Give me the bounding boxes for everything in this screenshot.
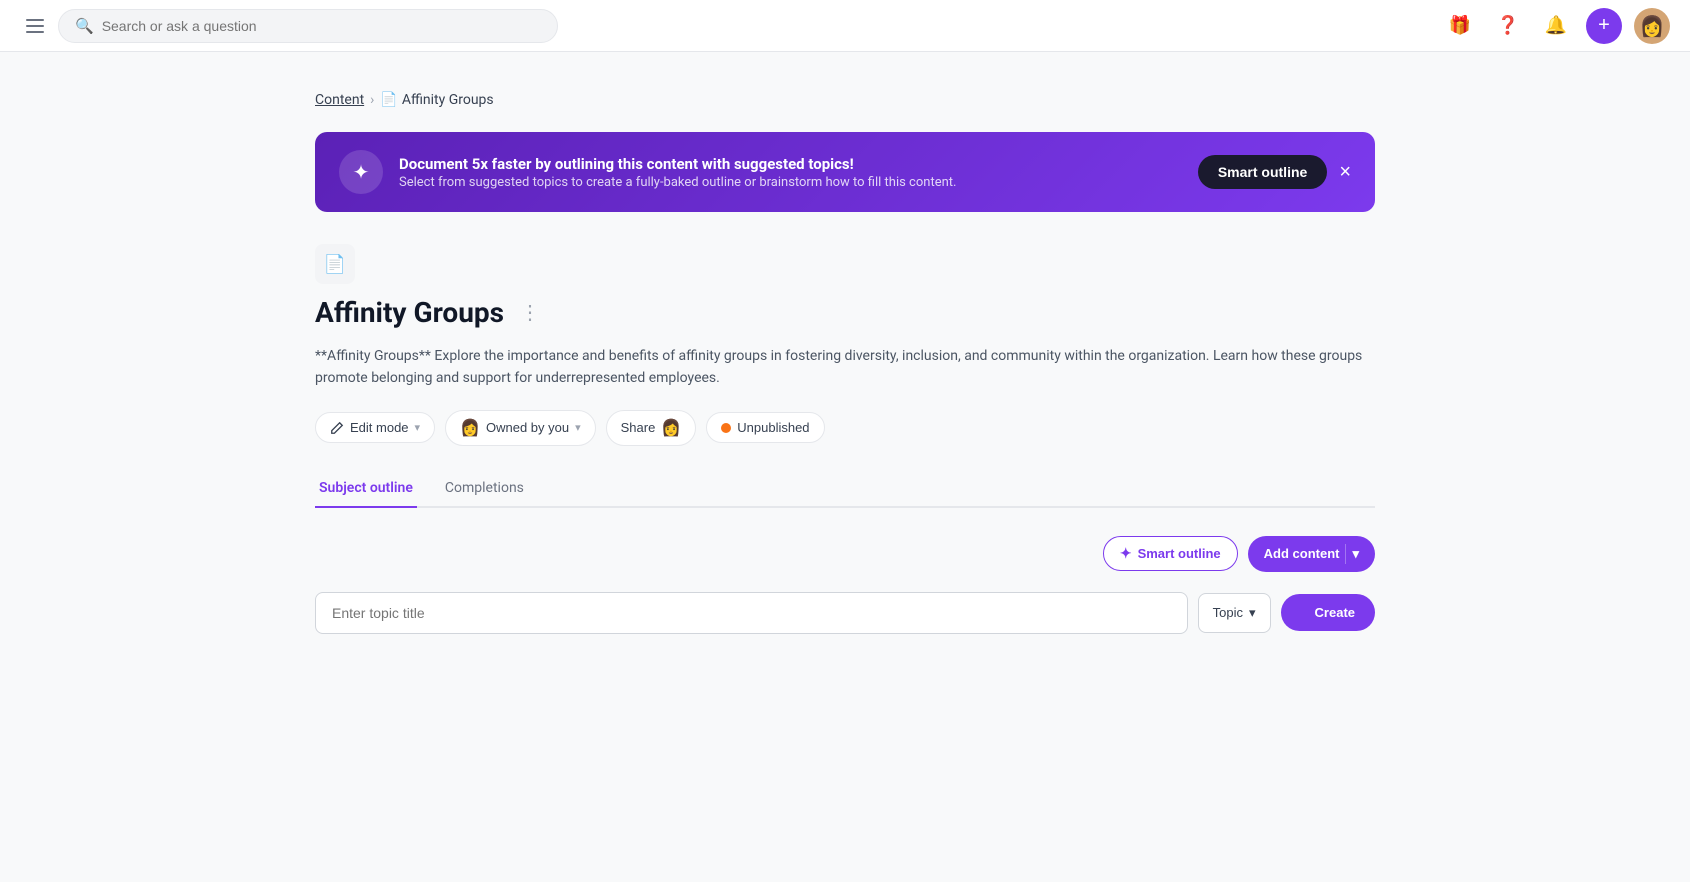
add-content-separator [1345, 544, 1346, 564]
unpublished-label: Unpublished [737, 420, 809, 435]
smart-outline-banner: ✦ Document 5x faster by outlining this c… [315, 132, 1375, 212]
share-avatar: 👩 [661, 418, 681, 438]
owned-by-button[interactable]: 👩 Owned by you ▾ [445, 410, 596, 446]
owned-by-label: Owned by you [486, 420, 569, 435]
gift-icon-button[interactable]: 🎁 [1442, 8, 1478, 44]
tabs-row: Subject outline Completions [315, 470, 1375, 508]
breadcrumb-current-label: Affinity Groups [402, 92, 494, 108]
pencil-icon [330, 421, 344, 435]
smart-outline-icon: ✦ [1120, 545, 1132, 562]
banner-right: Smart outline × [1198, 155, 1351, 189]
edit-mode-button[interactable]: Edit mode ▾ [315, 412, 435, 443]
banner-text: Document 5x faster by outlining this con… [399, 155, 956, 190]
topic-type-label: Topic [1213, 605, 1243, 620]
nav-right: 🎁 ❓ 🔔 + 👩 [1442, 8, 1670, 44]
share-button[interactable]: Share 👩 [606, 410, 697, 446]
create-btn-label: Create [1315, 605, 1355, 620]
create-cursor-icon [1297, 607, 1309, 619]
main-content: Content › 📄 Affinity Groups ✦ Document 5… [295, 52, 1395, 674]
top-navigation: 🔍 🎁 ❓ 🔔 + 👩 [0, 0, 1690, 52]
document-icon: 📄 [315, 244, 355, 284]
edit-mode-chevron: ▾ [415, 421, 421, 434]
hamburger-menu[interactable] [20, 13, 50, 39]
smart-outline-button[interactable]: ✦ Smart outline [1103, 536, 1238, 571]
nav-left: 🔍 [20, 9, 558, 43]
breadcrumb: Content › 📄 Affinity Groups [315, 92, 1375, 108]
doc-title-row: Affinity Groups ⋮ [315, 296, 1375, 329]
owner-avatar: 👩 [460, 418, 480, 438]
breadcrumb-doc-icon: 📄 [380, 92, 397, 108]
edit-mode-label: Edit mode [350, 420, 409, 435]
banner-left: ✦ Document 5x faster by outlining this c… [339, 150, 956, 194]
help-icon-button[interactable]: ❓ [1490, 8, 1526, 44]
search-icon: 🔍 [75, 17, 94, 35]
banner-icon: ✦ [339, 150, 383, 194]
topic-input-row: Topic ▾ Create [315, 592, 1375, 634]
share-label: Share [621, 420, 656, 435]
content-actions: ✦ Smart outline Add content ▾ [315, 536, 1375, 572]
document-menu-button[interactable]: ⋮ [516, 296, 544, 329]
create-button[interactable]: Create [1281, 594, 1375, 631]
document-description: **Affinity Groups** Explore the importan… [315, 345, 1375, 390]
add-content-button[interactable]: Add content ▾ [1248, 536, 1375, 572]
status-dot [721, 423, 731, 433]
banner-title: Document 5x faster by outlining this con… [399, 155, 956, 173]
notification-icon-button[interactable]: 🔔 [1538, 8, 1574, 44]
add-content-label: Add content [1264, 546, 1340, 561]
breadcrumb-current: 📄 Affinity Groups [380, 92, 493, 108]
breadcrumb-separator: › [370, 92, 374, 108]
add-button[interactable]: + [1586, 8, 1622, 44]
owned-by-chevron: ▾ [575, 421, 581, 434]
avatar[interactable]: 👩 [1634, 8, 1670, 44]
topic-type-dropdown[interactable]: Topic ▾ [1198, 593, 1271, 633]
topic-dropdown-chevron-icon: ▾ [1249, 605, 1256, 621]
banner-smart-outline-button[interactable]: Smart outline [1198, 155, 1327, 189]
unpublished-button[interactable]: Unpublished [706, 412, 824, 443]
smart-outline-btn-label: Smart outline [1138, 546, 1221, 561]
document-title: Affinity Groups [315, 296, 504, 329]
tab-subject-outline[interactable]: Subject outline [315, 470, 417, 508]
search-input[interactable] [102, 18, 541, 34]
document-header: 📄 Affinity Groups ⋮ **Affinity Groups** … [315, 244, 1375, 446]
search-bar: 🔍 [58, 9, 558, 43]
tab-completions[interactable]: Completions [441, 470, 528, 508]
banner-close-button[interactable]: × [1339, 162, 1351, 182]
banner-subtitle: Select from suggested topics to create a… [399, 175, 956, 190]
breadcrumb-parent[interactable]: Content [315, 92, 364, 108]
document-toolbar: Edit mode ▾ 👩 Owned by you ▾ Share 👩 Unp… [315, 410, 1375, 446]
topic-title-input[interactable] [315, 592, 1188, 634]
add-content-chevron-icon: ▾ [1352, 546, 1359, 562]
